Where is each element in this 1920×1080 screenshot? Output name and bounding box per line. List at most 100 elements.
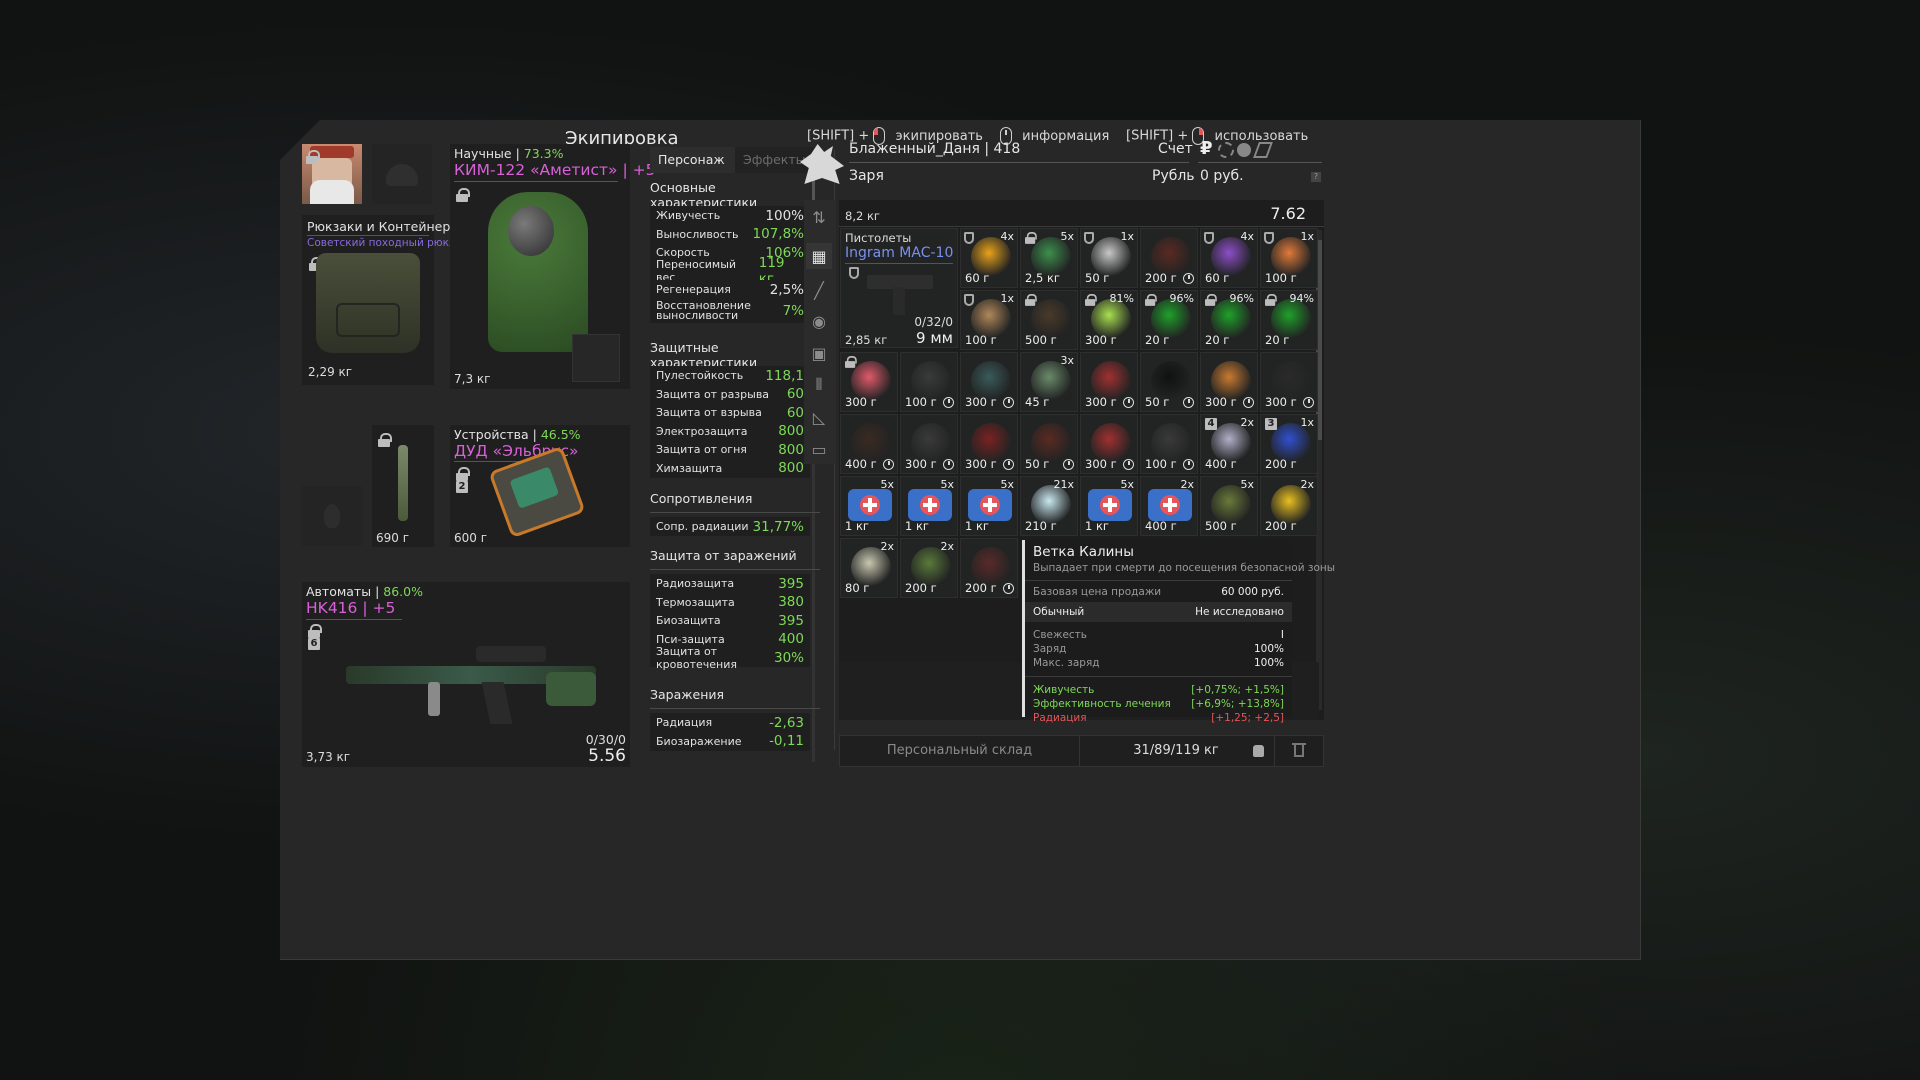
inventory-item[interactable]: 2x 200 г: [900, 538, 958, 598]
rifle-slot[interactable]: Автоматы | 86.0% HK416 | +5 6 0/30/0 5.5…: [302, 582, 630, 767]
inventory-item[interactable]: 1x 100 г: [960, 290, 1018, 350]
inventory-item[interactable]: 300 г: [960, 352, 1018, 412]
tooltip-effect-value: [+0,75%; +1,5%]: [1191, 684, 1284, 696]
armor-module-slot[interactable]: [572, 334, 620, 382]
inventory-item[interactable]: 300 г: [840, 352, 898, 412]
inventory-item[interactable]: 4x 60 г: [960, 228, 1018, 288]
weapon-filter-icon[interactable]: ╱: [806, 277, 832, 303]
consumable-slot[interactable]: [302, 486, 362, 546]
melee-slot[interactable]: 690 г: [372, 425, 434, 547]
stat-label: Восстановление выносливости: [656, 298, 751, 322]
slot-number-badge: 3: [1265, 418, 1277, 430]
clock-icon: [883, 459, 894, 470]
inventory-item[interactable]: 96% 20 г: [1140, 290, 1198, 350]
inventory-item[interactable]: 5x 1 кг: [1080, 476, 1138, 536]
item-quantity: 1x: [1120, 230, 1134, 243]
inventory-item[interactable]: 2x 400 г: [1140, 476, 1198, 536]
tooltip-effect-value: [+1,25; +2,5]: [1211, 712, 1284, 724]
inventory-item[interactable]: 300 г: [1260, 352, 1318, 412]
help-icon[interactable]: ?: [1311, 172, 1321, 182]
stat-value: 2,5%: [769, 281, 804, 298]
device-filter-icon[interactable]: ▣: [806, 340, 832, 366]
inventory-item[interactable]: 100 г: [900, 352, 958, 412]
stat-label: Регенерация: [656, 283, 731, 296]
tooltip-price: 60 000 руб.: [1221, 586, 1284, 598]
item-weight: 200 г: [1265, 519, 1297, 533]
stat-value: -2,63: [769, 714, 804, 731]
inventory-item[interactable]: 50 г: [1140, 352, 1198, 412]
gear-currency-icon[interactable]: [1218, 142, 1234, 158]
trash-icon[interactable]: [1274, 736, 1324, 766]
inventory-item[interactable]: 300 г: [960, 414, 1018, 474]
inventory-item[interactable]: 200 г: [960, 538, 1018, 598]
inventory-item[interactable]: 300 г: [1080, 352, 1138, 412]
tooltip-effect-label: Живучесть: [1033, 684, 1095, 696]
stat-label: Радиозащита: [656, 577, 735, 590]
stat-label: Живучесть: [656, 209, 721, 222]
inventory-item[interactable]: 5x 1 кг: [840, 476, 898, 536]
backpack-slot[interactable]: Рюкзаки и Контейнеры Советский походный …: [302, 215, 465, 385]
item-weight: 20 г: [1205, 333, 1230, 347]
food-filter-icon[interactable]: ⫴: [806, 372, 832, 398]
item-weight: 400 г: [1145, 519, 1177, 533]
container-filter-icon[interactable]: ▭: [806, 436, 832, 462]
clock-icon: [1183, 397, 1194, 408]
item-weight: 50 г: [1145, 395, 1170, 409]
inventory-item[interactable]: 5x 1 кг: [900, 476, 958, 536]
inventory-item[interactable]: 96% 20 г: [1200, 290, 1258, 350]
inventory-item[interactable]: 4x 60 г: [1200, 228, 1258, 288]
weapon-caliber: 9 мм: [916, 329, 953, 347]
ruble-icon[interactable]: ₽: [1200, 138, 1213, 159]
armor-slot[interactable]: Научные | 73.3% КИМ-122 «Аметист» | +5 7…: [450, 144, 655, 389]
infect-title: Заражения: [650, 687, 820, 709]
inventory-item[interactable]: 3x 45 г: [1020, 352, 1078, 412]
item-weight: 100 г: [1145, 457, 1177, 471]
inventory-item[interactable]: 5x 2,5 кг: [1020, 228, 1078, 288]
smg-icon: [867, 269, 933, 315]
weapon-card[interactable]: Пистолеты Ingram MAC-10 0/32/0 9 мм 2,85…: [840, 228, 958, 348]
inventory-item[interactable]: 81% 300 г: [1080, 290, 1138, 350]
inventory-item[interactable]: 3 1x 200 г: [1260, 414, 1318, 474]
storage-label[interactable]: Персональный склад: [840, 736, 1080, 766]
helmet-slot[interactable]: [372, 144, 432, 204]
inventory-item[interactable]: 1x 50 г: [1080, 228, 1138, 288]
lock-icon: [1085, 294, 1097, 306]
sort-icon[interactable]: ⇅: [806, 204, 832, 230]
inventory-item[interactable]: 5x 500 г: [1200, 476, 1258, 536]
inventory-item[interactable]: 21x 210 г: [1020, 476, 1078, 536]
stat-row: Радиация -2,63: [650, 713, 810, 732]
inventory-weight: 8,2 кг: [845, 209, 880, 223]
item-weight: 300 г: [965, 457, 997, 471]
inventory-item[interactable]: 94% 20 г: [1260, 290, 1318, 350]
baton-icon: [398, 445, 408, 521]
tooltip-effect-row: Живучесть [+0,75%; +1,5%]: [1025, 683, 1292, 697]
stat-row: Термозащита 380: [650, 592, 810, 612]
inventory-item[interactable]: 1x 100 г: [1260, 228, 1318, 288]
inventory-item[interactable]: 5x 1 кг: [960, 476, 1018, 536]
inventory-item[interactable]: 50 г: [1020, 414, 1078, 474]
inventory-item[interactable]: 500 г: [1020, 290, 1078, 350]
inventory-item[interactable]: 200 г: [1140, 228, 1198, 288]
tab-character[interactable]: Персонаж: [650, 147, 735, 173]
coin-icon[interactable]: [1237, 143, 1251, 157]
inventory-item[interactable]: 300 г: [900, 414, 958, 474]
portrait[interactable]: [302, 144, 362, 204]
grid-all-icon[interactable]: ▦: [806, 243, 832, 269]
inventory-item[interactable]: 300 г: [1200, 352, 1258, 412]
clock-icon: [1303, 397, 1314, 408]
armor-filter-icon[interactable]: ◉: [806, 308, 832, 334]
tooltip-effect-label: Радиация: [1033, 712, 1087, 724]
item-weight: 20 г: [1265, 333, 1290, 347]
armor-weight: 7,3 кг: [454, 372, 491, 386]
inventory-item[interactable]: 300 г: [1080, 414, 1138, 474]
inventory-item[interactable]: 4 2x 400 г: [1200, 414, 1258, 474]
inventory-item[interactable]: 100 г: [1140, 414, 1198, 474]
stat-row: Защита от разрыва 60: [650, 384, 810, 404]
device-slot[interactable]: Устройства | 46.5% ДУД «Эльбрус» 2 600 г: [450, 425, 630, 547]
lock-icon: [1025, 232, 1037, 244]
misc-filter-icon[interactable]: ◺: [806, 404, 832, 430]
inventory-item[interactable]: 2x 80 г: [840, 538, 898, 598]
inventory-item[interactable]: 400 г: [840, 414, 898, 474]
inventory-item[interactable]: 2x 200 г: [1260, 476, 1318, 536]
item-quantity: 2x: [1300, 478, 1314, 491]
